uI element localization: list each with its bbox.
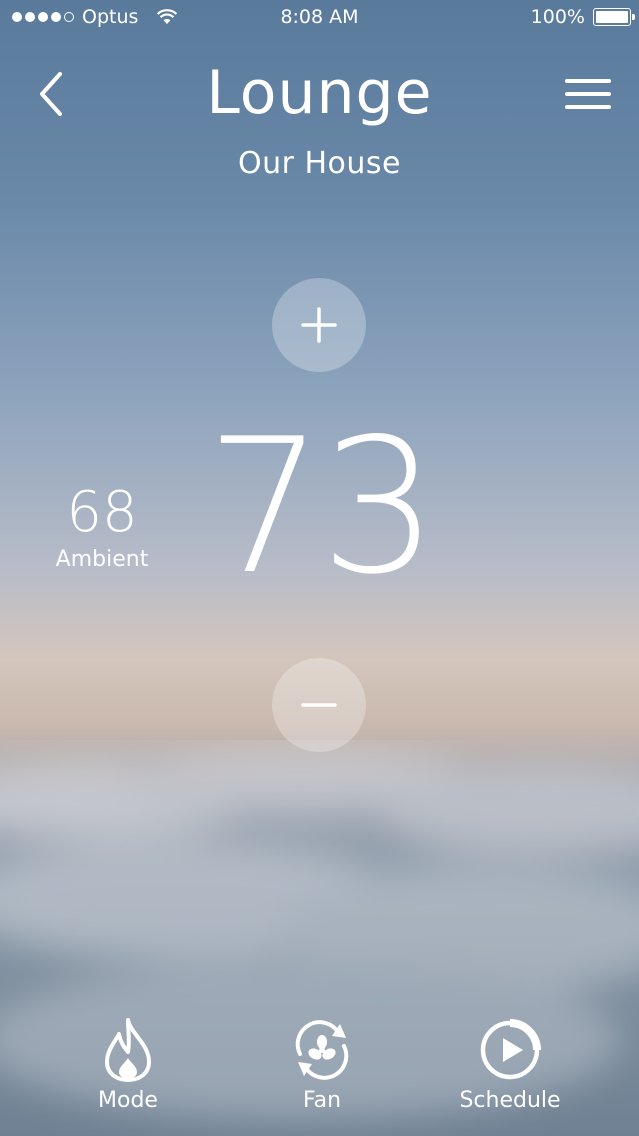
ambient-label: Ambient xyxy=(55,547,149,572)
increase-temperature-button[interactable] xyxy=(272,278,366,372)
status-right: 100% xyxy=(530,6,635,28)
page-title: Lounge xyxy=(206,58,433,128)
tab-schedule[interactable]: Schedule xyxy=(440,1016,580,1136)
minus-icon xyxy=(301,703,337,707)
ambient-temperature: 68 xyxy=(66,480,138,545)
page-subtitle: Our House xyxy=(237,146,401,181)
setpoint-temperature: 73 xyxy=(205,398,439,615)
menu-button[interactable] xyxy=(565,76,611,112)
plus-icon xyxy=(301,307,337,343)
status-bar: Optus 8:08 AM 100% xyxy=(0,0,639,40)
tab-mode-label: Mode xyxy=(98,1088,158,1113)
decrease-temperature-button[interactable] xyxy=(272,658,366,752)
tab-schedule-label: Schedule xyxy=(459,1088,561,1113)
tab-mode[interactable]: Mode xyxy=(58,1016,198,1136)
play-circle-icon xyxy=(480,1019,541,1080)
tab-fan[interactable]: Fan xyxy=(252,1016,392,1136)
bottom-tab-bar: Mode Fan Schedule xyxy=(0,1016,639,1136)
hamburger-menu-icon xyxy=(565,79,611,109)
tab-fan-label: Fan xyxy=(302,1088,342,1113)
battery-icon xyxy=(593,8,635,26)
flame-icon xyxy=(105,1018,151,1082)
battery-percent: 100% xyxy=(530,6,585,28)
fan-icon xyxy=(295,1020,349,1080)
